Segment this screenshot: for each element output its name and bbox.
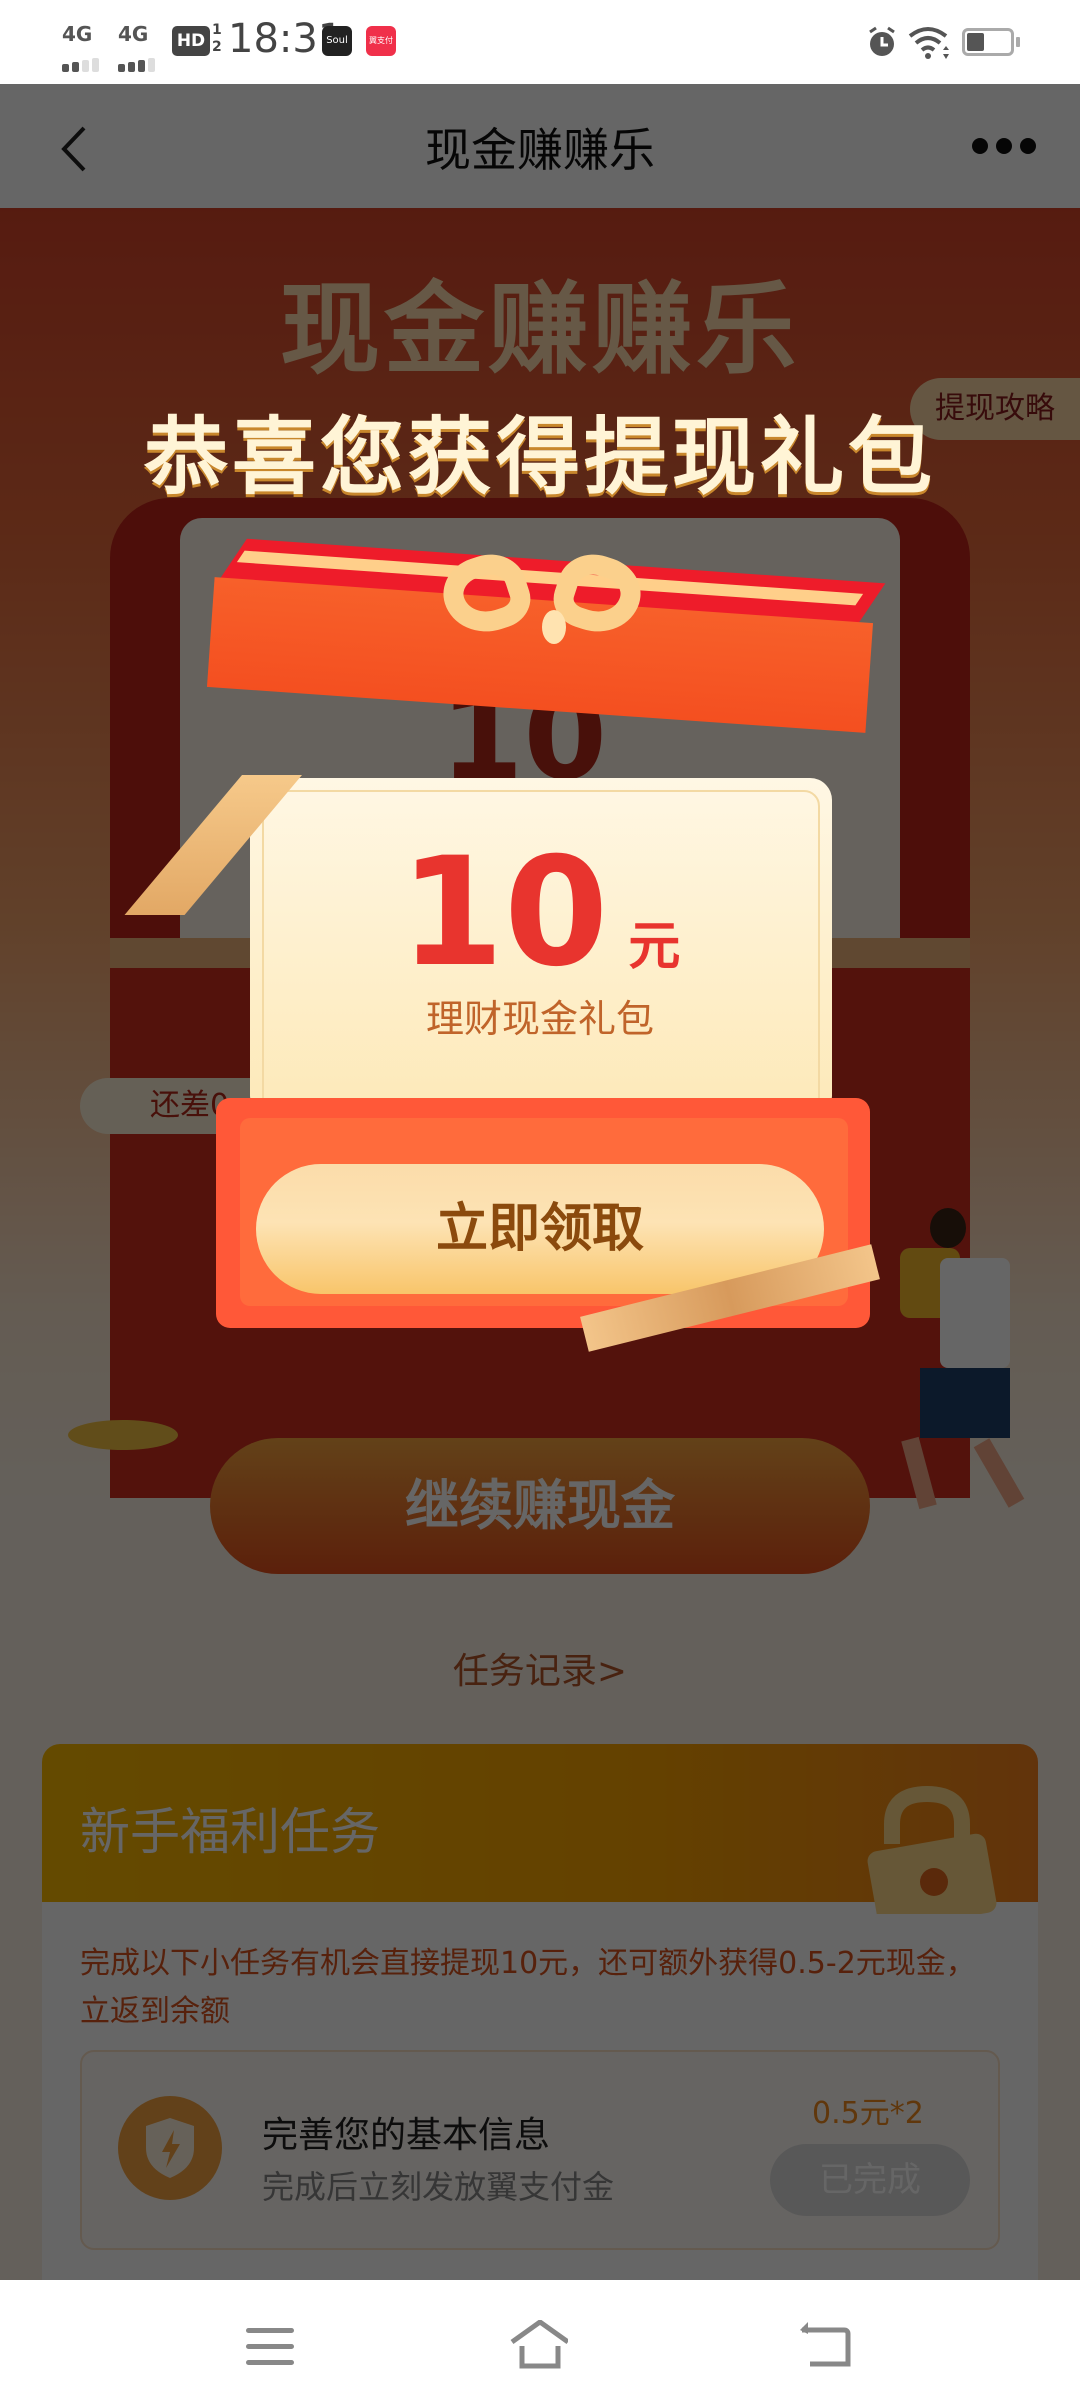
wifi-icon — [908, 27, 949, 59]
network-type-label: 4G — [62, 22, 93, 46]
gift-amount-value: 10 — [399, 826, 609, 1000]
back-icon[interactable] — [796, 2320, 856, 2370]
home-icon[interactable] — [508, 2320, 568, 2370]
network-indicator-2: 4G — [118, 22, 158, 72]
soul-app-notification-icon: Soul — [322, 26, 352, 56]
popup-title: 恭喜您获得提现礼包 — [143, 408, 936, 506]
bestpay-app-notification-icon: 翼支付 — [366, 26, 396, 56]
signal-strength-icon — [62, 48, 102, 72]
gift-bow-knot-icon — [542, 610, 566, 644]
menu-icon[interactable] — [240, 2320, 300, 2370]
network-indicator-1: 4G — [62, 22, 102, 72]
hd-voice-icon: HD — [172, 26, 210, 56]
hd-sim-indicator: 12 — [212, 22, 222, 55]
battery-fill — [967, 33, 984, 51]
system-navigation-bar — [0, 2280, 1080, 2408]
battery-icon — [962, 28, 1014, 56]
network-type-label: 4G — [118, 22, 149, 46]
gift-label: 理财现金礼包 — [425, 997, 654, 1041]
gift-amount: 10 元 — [0, 838, 1080, 988]
alarm-icon — [869, 26, 895, 56]
gift-amount-unit: 元 — [628, 917, 681, 977]
claim-now-button[interactable]: 立即领取 — [256, 1164, 824, 1294]
signal-strength-icon — [118, 48, 158, 72]
status-bar: 4G 4G HD 12 18:31 Soul 翼支付 — [0, 0, 1080, 84]
battery-tip — [1016, 37, 1020, 47]
